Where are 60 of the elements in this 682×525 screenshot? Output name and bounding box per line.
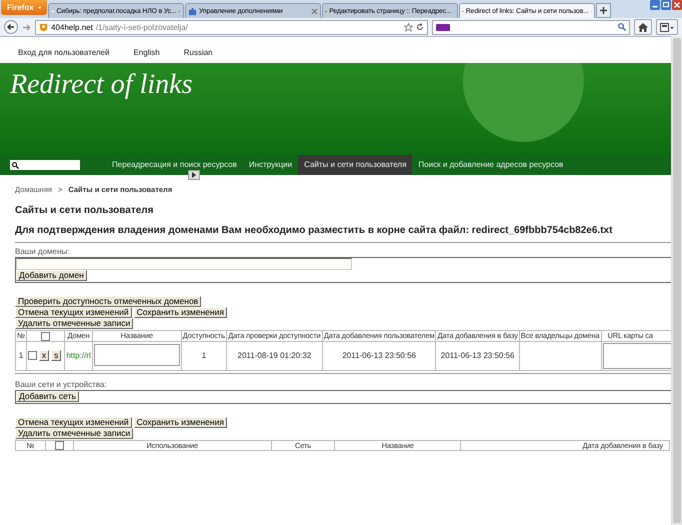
nav-item[interactable]: Сайты и сети пользователя [298,155,412,175]
nav-item[interactable]: Поиск и добавление адресов ресурсов [412,155,570,175]
home-icon [638,22,648,32]
domain-input[interactable] [16,258,352,270]
close-icon[interactable] [672,0,682,10]
nav-item[interactable]: Инструкции [242,155,298,175]
yahoo-logo-icon [436,24,450,30]
save-button[interactable]: s [51,350,62,362]
section-label: Ваши домены: [15,247,70,257]
action-button[interactable]: Сохранить изменения [134,416,227,428]
checkbox[interactable] [41,332,50,341]
search-icon [618,23,626,31]
checkbox[interactable] [54,441,64,450]
address-bar[interactable]: 404help.net /1/saity-i-seti-polzovatelja/ [35,20,428,34]
table-cell: 1 [181,341,226,370]
search-field[interactable] [432,20,630,34]
home-button[interactable] [634,19,652,35]
page-heading: Сайты и сети пользователя [15,205,154,216]
section-label: Ваши сети и устройства: [15,380,108,390]
header-link[interactable]: Russian [184,48,213,59]
caret-icon [38,6,41,10]
forward-icon[interactable] [22,22,31,32]
minimize-icon[interactable] [650,0,660,10]
notice-text: Для подтверждения владения доменами Вам необходимо разместить в корне сайта файл: redirect_69fbbb754cb82e6.txt [15,225,614,236]
new-tab-button[interactable] [596,3,611,18]
action-button[interactable]: Отмена текущих изменений [15,307,132,318]
table-cell: 2011-08-19 01:20:32 [226,341,322,370]
back-icon[interactable] [4,20,18,34]
site-search-field[interactable] [10,160,80,170]
action-button[interactable]: Удалить отмеченные записи [15,428,134,439]
checkbox[interactable] [28,351,37,360]
url-input[interactable] [602,342,671,369]
table-cell: 1 [16,341,26,370]
table-cell: 2011-06-13 23:50:56 [322,341,436,370]
add-domain-button[interactable]: Добавить домен [16,270,87,281]
action-button[interactable]: Отмена текущих изменений [15,416,132,428]
site-title: Redirect of links [10,69,192,101]
delete-button[interactable]: x [38,350,50,362]
table-cell: 2011-06-13 23:50:56 [436,341,520,370]
star-icon[interactable] [404,22,413,32]
restore-icon[interactable] [661,0,671,10]
header-link[interactable]: Вход для пользователей [18,48,110,59]
add-network-button[interactable]: Добавить сеть [16,390,79,402]
header-link[interactable]: English [133,48,160,59]
shield-icon [39,22,48,32]
plus-icon [600,7,607,14]
search-icon [12,162,19,168]
nav-item[interactable]: Переадресация и поиск ресурсов [106,155,243,175]
action-button[interactable]: Сохранить изменения [134,307,227,318]
action-button[interactable]: Проверить доступность отмеченных доменов [15,296,202,307]
expand-button[interactable] [188,170,200,180]
close-icon [311,8,318,14]
puzzle-icon [188,6,197,16]
triangle-icon [192,172,196,178]
scrollbar-thumb[interactable] [673,38,681,523]
window-icon [660,22,674,32]
action-button[interactable]: Удалить отмеченные записи [15,318,134,329]
reload-icon[interactable] [416,23,424,31]
name-textarea[interactable] [94,344,180,366]
bookmarks-button[interactable] [656,19,678,35]
